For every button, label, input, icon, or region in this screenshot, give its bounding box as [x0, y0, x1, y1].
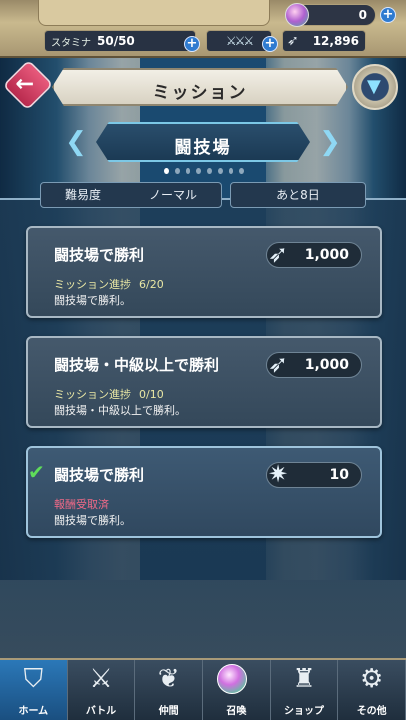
feather-count: 12,896 — [312, 34, 359, 48]
nav-allies-label: 仲間 — [158, 706, 179, 717]
page-dot — [196, 168, 201, 174]
battle-icon: ⚔ — [89, 664, 113, 694]
nav-misc-label: その他 — [356, 706, 387, 717]
progress-value: 6/20 — [139, 278, 164, 291]
status-bar: 0 + スタミナ 50/50 + ⚔⚔⚔ + ➶ 12,896 — [0, 0, 406, 58]
mission-name: 闘技場で勝利 — [54, 246, 145, 264]
emblem-icon: ▼ — [367, 76, 381, 97]
progress-value: 0/10 — [139, 388, 164, 401]
mission-name: 闘技場で勝利 — [54, 466, 145, 484]
page-dot — [217, 168, 223, 174]
mission-card[interactable]: 闘技場で勝利 ➶ 1,000 ミッション進捗 6/20 闘技場で勝利。 — [26, 226, 382, 318]
feather-counter: ➶ 12,896 — [282, 30, 366, 52]
mission-card[interactable]: 闘技場・中級以上で勝利 ➶ 1,000 ミッション進捗 0/10 闘技場・中級以上… — [26, 336, 382, 428]
mission-reward: ✷ 10 — [266, 460, 362, 488]
progress-label: ミッション進捗 — [54, 388, 131, 401]
banner-scroll — [38, 0, 270, 26]
category-header: 闘技場 — [96, 122, 310, 162]
page-dot-active — [164, 168, 169, 174]
orb-icon — [285, 3, 309, 27]
mission-card-completed[interactable]: ✔ 闘技場で勝利 ✷ 10 報酬受取済 闘技場で勝利。 — [26, 446, 382, 538]
mission-name: 闘技場・中級以上で勝利 — [54, 356, 220, 374]
nav-battle[interactable]: ⚔ バトル — [68, 660, 136, 720]
page-title: ミッション — [152, 83, 248, 103]
emblem-button[interactable]: ▼ — [352, 64, 398, 110]
page-dot — [207, 168, 212, 174]
back-arrow-icon: ← — [15, 70, 35, 97]
stamina-value: 50/50 — [97, 34, 135, 48]
bottom-nav: ⛉ ホーム ⚔ バトル ❦ 仲間 召喚 ♜ ショップ ⚙ その他 — [0, 658, 406, 720]
nav-allies[interactable]: ❦ 仲間 — [135, 660, 204, 720]
mission-progress: ミッション進捗 0/10 — [54, 386, 164, 402]
page-dot — [174, 168, 180, 174]
misc-icon: ⚙ — [360, 664, 384, 694]
next-category-button[interactable]: ❯ — [316, 124, 344, 160]
nav-home-label: ホーム — [18, 706, 49, 717]
buy-orbs-button[interactable]: + — [380, 7, 396, 23]
home-icon: ⛉ — [23, 664, 44, 694]
page-dot — [228, 168, 234, 174]
page-dot — [185, 168, 191, 174]
reward-amount: 1,000 — [304, 357, 349, 373]
nav-battle-label: バトル — [85, 706, 117, 717]
filter-row: 難易度 ノーマル あと8日 — [40, 182, 366, 208]
restore-swords-button[interactable]: + — [262, 36, 278, 52]
mission-progress: ミッション進捗 6/20 — [54, 276, 164, 292]
remaining-days: あと8日 — [276, 188, 320, 202]
reward-amount: 10 — [329, 467, 349, 483]
nav-shop[interactable]: ♜ ショップ — [271, 660, 339, 720]
nav-home[interactable]: ⛉ ホーム — [0, 660, 68, 720]
nav-misc[interactable]: ⚙ その他 — [338, 660, 406, 720]
mission-description: 闘技場で勝利。 — [54, 514, 131, 527]
page-dot — [239, 168, 244, 174]
stamina-meter: スタミナ 50/50 — [44, 30, 196, 52]
orb-count: 0 — [358, 8, 367, 22]
allies-icon: ❦ — [157, 664, 180, 694]
page-title-bar: ミッション — [52, 68, 348, 106]
nav-summon[interactable]: 召喚 — [203, 660, 271, 720]
page-indicator — [164, 168, 244, 176]
reward-amount: 1,000 — [304, 247, 349, 263]
mission-reward: ➶ 1,000 — [266, 350, 362, 378]
progress-label: ミッション進捗 — [54, 278, 131, 291]
feather-icon: ➶ — [287, 33, 299, 49]
summon-icon — [217, 664, 248, 694]
shop-icon: ♜ — [292, 664, 316, 694]
star-fragment-icon: ✷ — [267, 460, 289, 488]
mission-reward: ➶ 1,000 — [266, 240, 362, 268]
restore-stamina-button[interactable]: + — [184, 36, 200, 52]
feather-icon: ➶ — [267, 240, 289, 268]
difficulty-selector[interactable]: 難易度 ノーマル — [40, 182, 222, 208]
remaining-time: あと8日 — [230, 182, 366, 208]
reward-claimed-status: 報酬受取済 — [54, 498, 109, 511]
stamina-label: スタミナ — [51, 38, 91, 49]
prev-category-button[interactable]: ❮ — [62, 124, 90, 160]
checkmark-icon: ✔ — [28, 460, 45, 484]
difficulty-label: 難易度 — [64, 188, 101, 202]
mission-description: 闘技場・中級以上で勝利。 — [54, 404, 186, 417]
orb-counter: 0 — [285, 3, 376, 27]
category-title: 闘技場 — [174, 138, 232, 158]
duel-swords-icons: ⚔⚔⚔ — [225, 34, 254, 48]
mission-description: 闘技場で勝利。 — [54, 294, 131, 307]
feather-icon: ➶ — [267, 350, 289, 378]
nav-summon-label: 召喚 — [226, 706, 247, 717]
nav-shop-label: ショップ — [284, 706, 325, 717]
difficulty-value: ノーマル — [148, 188, 197, 202]
